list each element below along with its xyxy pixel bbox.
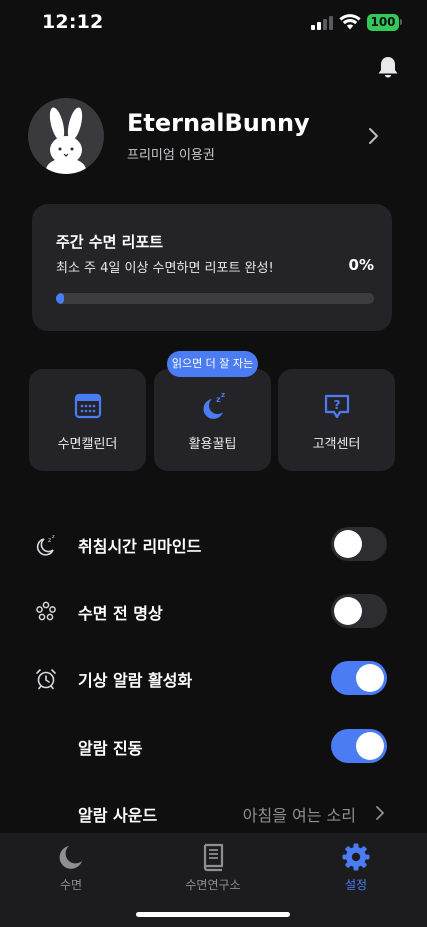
tab-sleep[interactable]: 수면 [0, 833, 142, 893]
sleep-calendar-button[interactable]: 수면캘린더 [29, 369, 146, 471]
meditation-toggle[interactable] [331, 594, 387, 628]
tips-button[interactable]: z z 활용꿀팁 [154, 369, 271, 471]
setting-alarm-vibration: 알람 진동 [34, 726, 390, 766]
alarm-clock-icon [36, 669, 56, 690]
customer-center-button[interactable]: ? 고객센터 [278, 369, 395, 471]
report-progress-bar [56, 293, 374, 304]
report-title: 주간 수면 리포트 [56, 233, 164, 251]
setting-label: 알람 사운드 [78, 806, 158, 825]
status-bar: 12:12 100 [0, 0, 427, 46]
question-bubble-icon: ? [324, 394, 349, 419]
status-time: 12:12 [42, 11, 104, 33]
setting-label: 수면 전 명상 [78, 604, 163, 623]
tab-label: 수면연구소 [185, 878, 241, 892]
setting-label: 취침시간 리마인드 [78, 537, 202, 556]
svg-text:z: z [221, 391, 225, 399]
battery-tip [400, 19, 402, 25]
battery-icon: 100 [367, 14, 399, 31]
alarm-vibration-toggle[interactable] [331, 729, 387, 763]
svg-text:z: z [48, 537, 51, 544]
rabbit-avatar [28, 98, 104, 174]
home-indicator [136, 912, 290, 917]
tab-label: 수면 [59, 878, 83, 892]
svg-text:z: z [52, 534, 55, 540]
customer-center-label: 고객센터 [312, 437, 361, 452]
moon-icon [59, 846, 82, 869]
profile-plan: 프리미엄 이용권 [127, 148, 215, 163]
report-progress-fill [56, 293, 64, 304]
tip-badge: 읽으면 더 잘 자는 [167, 351, 258, 377]
moon-zzz-icon: z z [202, 391, 225, 419]
alarm-sound-value: 아침을 여는 소리 [242, 806, 356, 825]
meditation-icon [36, 601, 56, 621]
chevron-right-icon[interactable] [365, 126, 381, 146]
profile-name: EternalBunny [127, 109, 310, 137]
wake-alarm-toggle[interactable] [331, 661, 387, 695]
signal-icon [311, 16, 335, 30]
setting-alarm-sound[interactable]: 알람 사운드 아침을 여는 소리 [34, 793, 390, 833]
tab-settings[interactable]: 설정 [285, 833, 427, 893]
bedtime-reminder-toggle[interactable] [331, 527, 387, 561]
report-subtitle: 최소 주 4일 이상 수면하면 리포트 완성! [56, 261, 274, 276]
setting-wake-alarm: 기상 알람 활성화 [34, 658, 390, 698]
profile-row[interactable]: EternalBunny 프리미엄 이용권 [28, 98, 398, 174]
setting-meditation: 수면 전 명상 [34, 591, 390, 631]
wifi-icon [339, 14, 361, 30]
bell-icon[interactable] [374, 54, 402, 82]
weekly-report-card[interactable]: 주간 수면 리포트 최소 주 4일 이상 수면하면 리포트 완성! 0% [32, 204, 392, 331]
toggle-knob [334, 597, 362, 625]
book-icon [203, 843, 224, 872]
tab-sleep-lab[interactable]: 수면연구소 [142, 833, 284, 893]
tips-label: 활용꿀팁 [188, 437, 237, 452]
toggle-knob [334, 530, 362, 558]
chevron-right-icon [376, 806, 384, 820]
setting-label: 기상 알람 활성화 [78, 671, 193, 690]
setting-bedtime-reminder: z z 취침시간 리마인드 [34, 524, 390, 564]
sleep-calendar-label: 수면캘린더 [57, 437, 118, 452]
gear-icon [342, 843, 370, 871]
tab-label: 설정 [344, 878, 368, 892]
toggle-knob [356, 664, 384, 692]
toggle-knob [356, 732, 384, 760]
quick-actions: 수면캘린더 z z 활용꿀팁 ? 고객센터 [29, 369, 395, 471]
moon-zzz-icon: z z [36, 534, 55, 556]
report-percent: 0% [348, 256, 374, 274]
setting-label: 알람 진동 [78, 739, 143, 758]
calendar-icon [74, 393, 101, 419]
svg-text:?: ? [333, 398, 340, 412]
